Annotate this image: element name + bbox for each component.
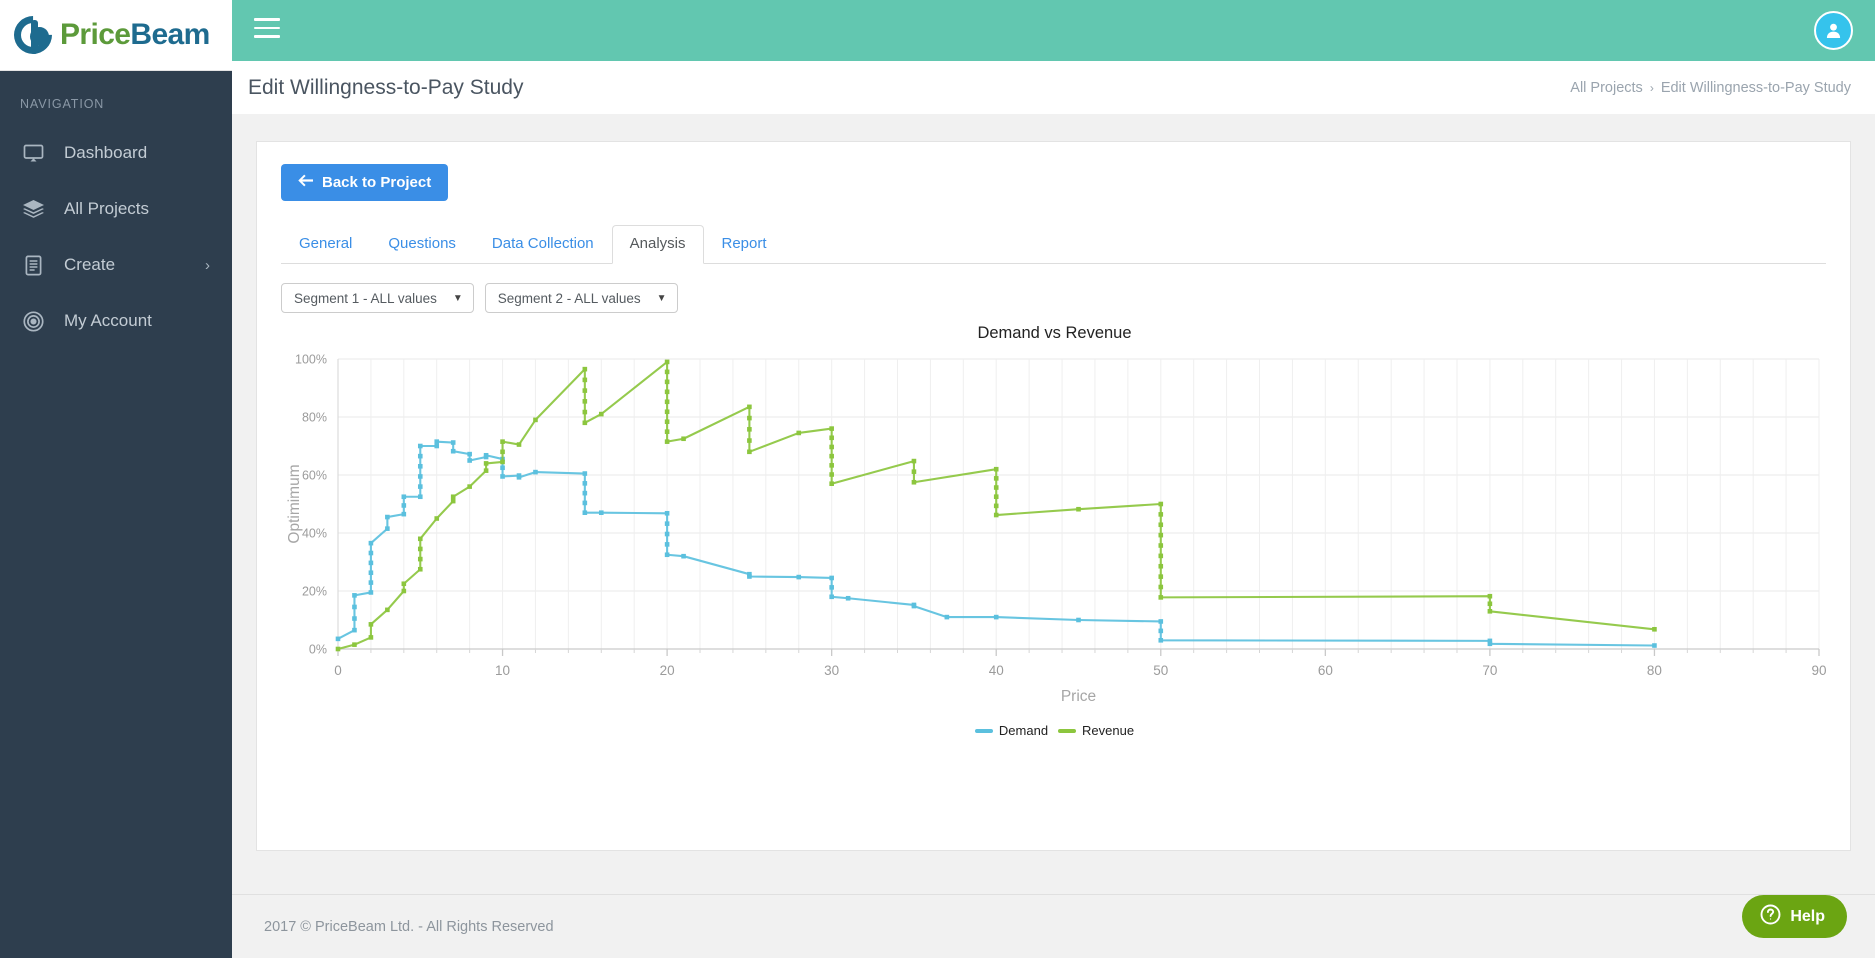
page-header: Edit Willingness-to-Pay Study All Projec… [232,61,1875,114]
sidebar-item-dashboard[interactable]: Dashboard [0,125,232,181]
top-bar [232,0,1875,61]
segment-1-dropdown[interactable]: Segment 1 - ALL values ▼ [281,283,474,313]
legend-swatch-demand [974,728,993,733]
svg-text:0: 0 [334,663,342,678]
svg-text:70: 70 [1482,663,1497,678]
svg-text:10: 10 [495,663,510,678]
copyright-text: 2017 © PriceBeam Ltd. - All Rights Reser… [264,918,554,935]
content-area: Back to Project General Questions Data C… [232,114,1875,894]
svg-text:0%: 0% [309,643,327,657]
svg-text:40: 40 [989,663,1004,678]
segment-2-dropdown[interactable]: Segment 2 - ALL values ▼ [484,283,678,313]
breadcrumb-all-projects[interactable]: All Projects [1570,80,1643,96]
segment-2-value: Segment 2 - ALL values [497,290,641,306]
sidebar-item-label: All Projects [64,199,150,218]
user-avatar-icon[interactable] [1814,11,1853,50]
chevron-down-icon: ▼ [656,292,667,304]
tab-data-collection[interactable]: Data Collection [474,225,612,264]
legend-item-demand[interactable]: Demand [974,723,1049,738]
tab-questions[interactable]: Questions [370,225,474,264]
hamburger-icon[interactable] [254,18,280,40]
svg-text:20: 20 [660,663,675,678]
svg-text:100%: 100% [295,353,327,367]
brand-word-price: Price [60,18,131,51]
svg-text:Price: Price [1061,688,1096,705]
legend-label-demand: Demand [998,723,1049,738]
tab-report[interactable]: Report [704,225,785,264]
svg-text:80%: 80% [302,411,327,425]
tab-general[interactable]: General [281,225,370,264]
page-title: Edit Willingness-to-Pay Study [248,75,524,99]
legend-swatch-revenue [1058,728,1077,733]
chart-legend: Demand Revenue [281,723,1828,738]
sidebar-item-all-projects[interactable]: All Projects [0,181,232,237]
segment-1-value: Segment 1 - ALL values [294,290,437,306]
back-to-project-label: Back to Project [322,174,432,191]
analysis-card: Back to Project General Questions Data C… [256,141,1851,851]
sidebar-item-label: My Account [64,311,152,330]
tab-bar: General Questions Data Collection Analys… [281,225,1826,264]
svg-text:80: 80 [1647,663,1662,678]
svg-text:Optimimum: Optimimum [286,464,303,543]
document-icon [20,255,46,276]
layers-icon [20,199,46,219]
svg-text:20%: 20% [302,585,327,599]
chart-title: Demand vs Revenue [977,324,1132,342]
arrow-left-icon [298,174,313,191]
target-icon [20,310,46,332]
footer: 2017 © PriceBeam Ltd. - All Rights Reser… [232,894,1875,958]
question-circle-icon [1760,904,1781,930]
tab-analysis[interactable]: Analysis [611,225,704,264]
monitor-icon [20,144,46,163]
brand-logo[interactable]: PriceBeam [0,0,232,71]
svg-text:30: 30 [824,663,839,678]
sidebar-item-label: Create [64,255,116,274]
breadcrumb: All Projects › Edit Willingness-to-Pay Stu… [1570,80,1851,96]
svg-text:40%: 40% [302,527,327,541]
svg-text:50: 50 [1153,663,1168,678]
chevron-down-icon: ▼ [452,292,463,304]
segment-filters: Segment 1 - ALL values ▼ Segment 2 - ALL… [281,283,1826,313]
back-to-project-button[interactable]: Back to Project [281,164,449,201]
sidebar-item-label: Dashboard [64,143,148,162]
legend-item-revenue[interactable]: Revenue [1058,723,1134,738]
brand-word-beam: Beam [130,18,210,51]
nav-heading: NAVIGATION [20,97,105,111]
breadcrumb-separator: › [1649,80,1654,95]
svg-text:90: 90 [1811,663,1826,678]
help-label: Help [1790,907,1825,925]
chevron-right-icon: › [205,256,210,274]
pricebeam-b-logo-icon [6,8,60,62]
chart-canvas[interactable]: 0% 20% 40% 60% 80% 100% 0 10 20 30 40 50 60 70 80 90 Pri… [281,349,1828,719]
sidebar-item-create[interactable]: Create › [0,237,232,293]
help-button[interactable]: Help [1742,895,1847,938]
sidebar-item-my-account[interactable]: My Account [0,293,232,349]
demand-vs-revenue-chart: Demand vs Revenue 0% 20% 40% 60% 80% 100% 0 10 2… [281,324,1828,764]
svg-text:60%: 60% [302,469,327,483]
brand-wordmark: PriceBeam [60,18,210,52]
breadcrumb-current: Edit Willingness-to-Pay Study [1660,79,1851,96]
sidebar: PriceBeam NAVIGATION Dashboard All Proje… [0,0,232,958]
legend-label-revenue: Revenue [1082,723,1135,738]
svg-text:60: 60 [1318,663,1333,678]
